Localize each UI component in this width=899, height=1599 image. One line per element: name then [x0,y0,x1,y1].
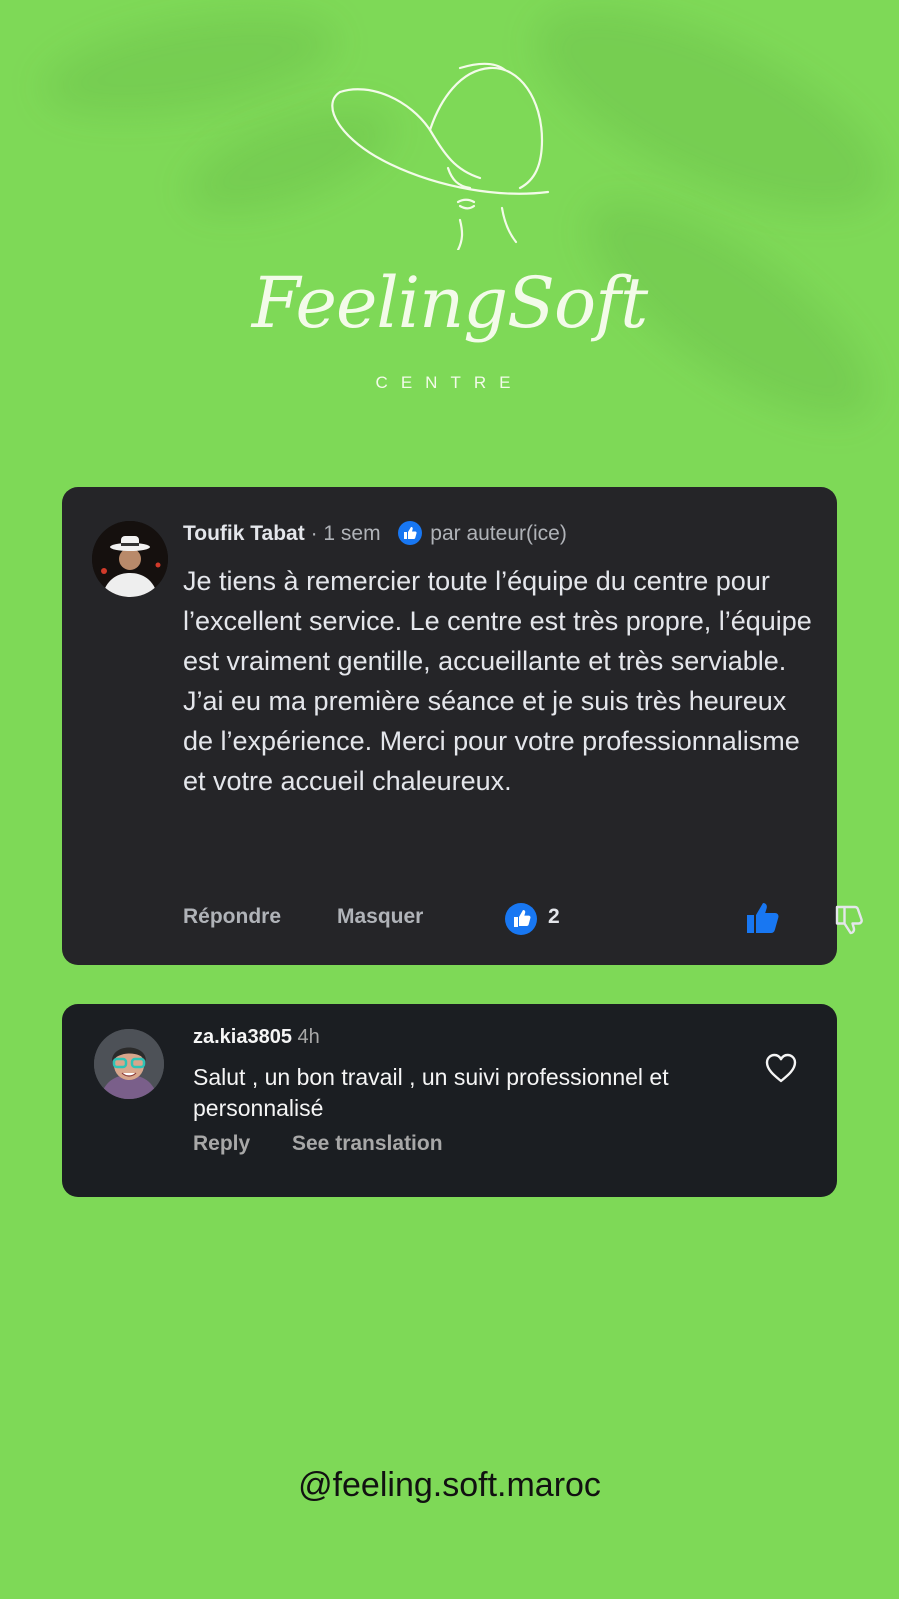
comment-time[interactable]: 1 sem [323,522,380,545]
author-name[interactable]: za.kia3805 [193,1026,292,1048]
woman-hat-icon [331,62,550,250]
comment-text: Je tiens à remercier toute l’équipe du c… [183,566,812,796]
author-name[interactable]: Toufik Tabat [183,522,305,545]
avatar-image [94,1029,164,1099]
brand-subtitle: CENTRE [375,373,524,392]
like-count[interactable]: 2 [548,905,560,929]
comment-header: Toufik Tabat · 1 sem par auteur(ice) [183,521,567,546]
hide-button[interactable]: Masquer [337,905,423,929]
comment-header: za.kia3805 4h [193,1026,320,1049]
avatar[interactable] [94,1029,164,1099]
avatar-image [92,521,168,597]
comment-time: 4h [297,1026,320,1048]
comment-actions: Répondre Masquer 2 [183,903,863,935]
see-translation-button[interactable]: See translation [292,1132,443,1156]
comment-text: Salut , un bon travail , un suivi profes… [193,1064,669,1121]
separator-dot: · [310,522,324,545]
liked-by-author-label: par auteur(ice) [430,522,567,545]
like-badge-icon [398,521,423,545]
brand-name: FeelingSoft [251,262,648,344]
social-handle: @feeling.soft.maroc [298,1466,601,1504]
instagram-comment-card: za.kia3805 4h Salut , un bon travail , u… [62,1004,837,1197]
like-badge-icon [505,903,537,935]
reply-button[interactable]: Reply [193,1132,250,1156]
facebook-comment-card: Toufik Tabat · 1 sem par auteur(ice) Je … [62,487,863,965]
thumbs-up-icon[interactable] [745,901,781,935]
reply-button[interactable]: Répondre [183,905,281,929]
brand-logo: FeelingSoft CENTRE [0,40,899,392]
thumbs-down-icon[interactable] [835,903,865,935]
avatar[interactable] [92,521,168,597]
heart-icon[interactable] [764,1052,798,1084]
